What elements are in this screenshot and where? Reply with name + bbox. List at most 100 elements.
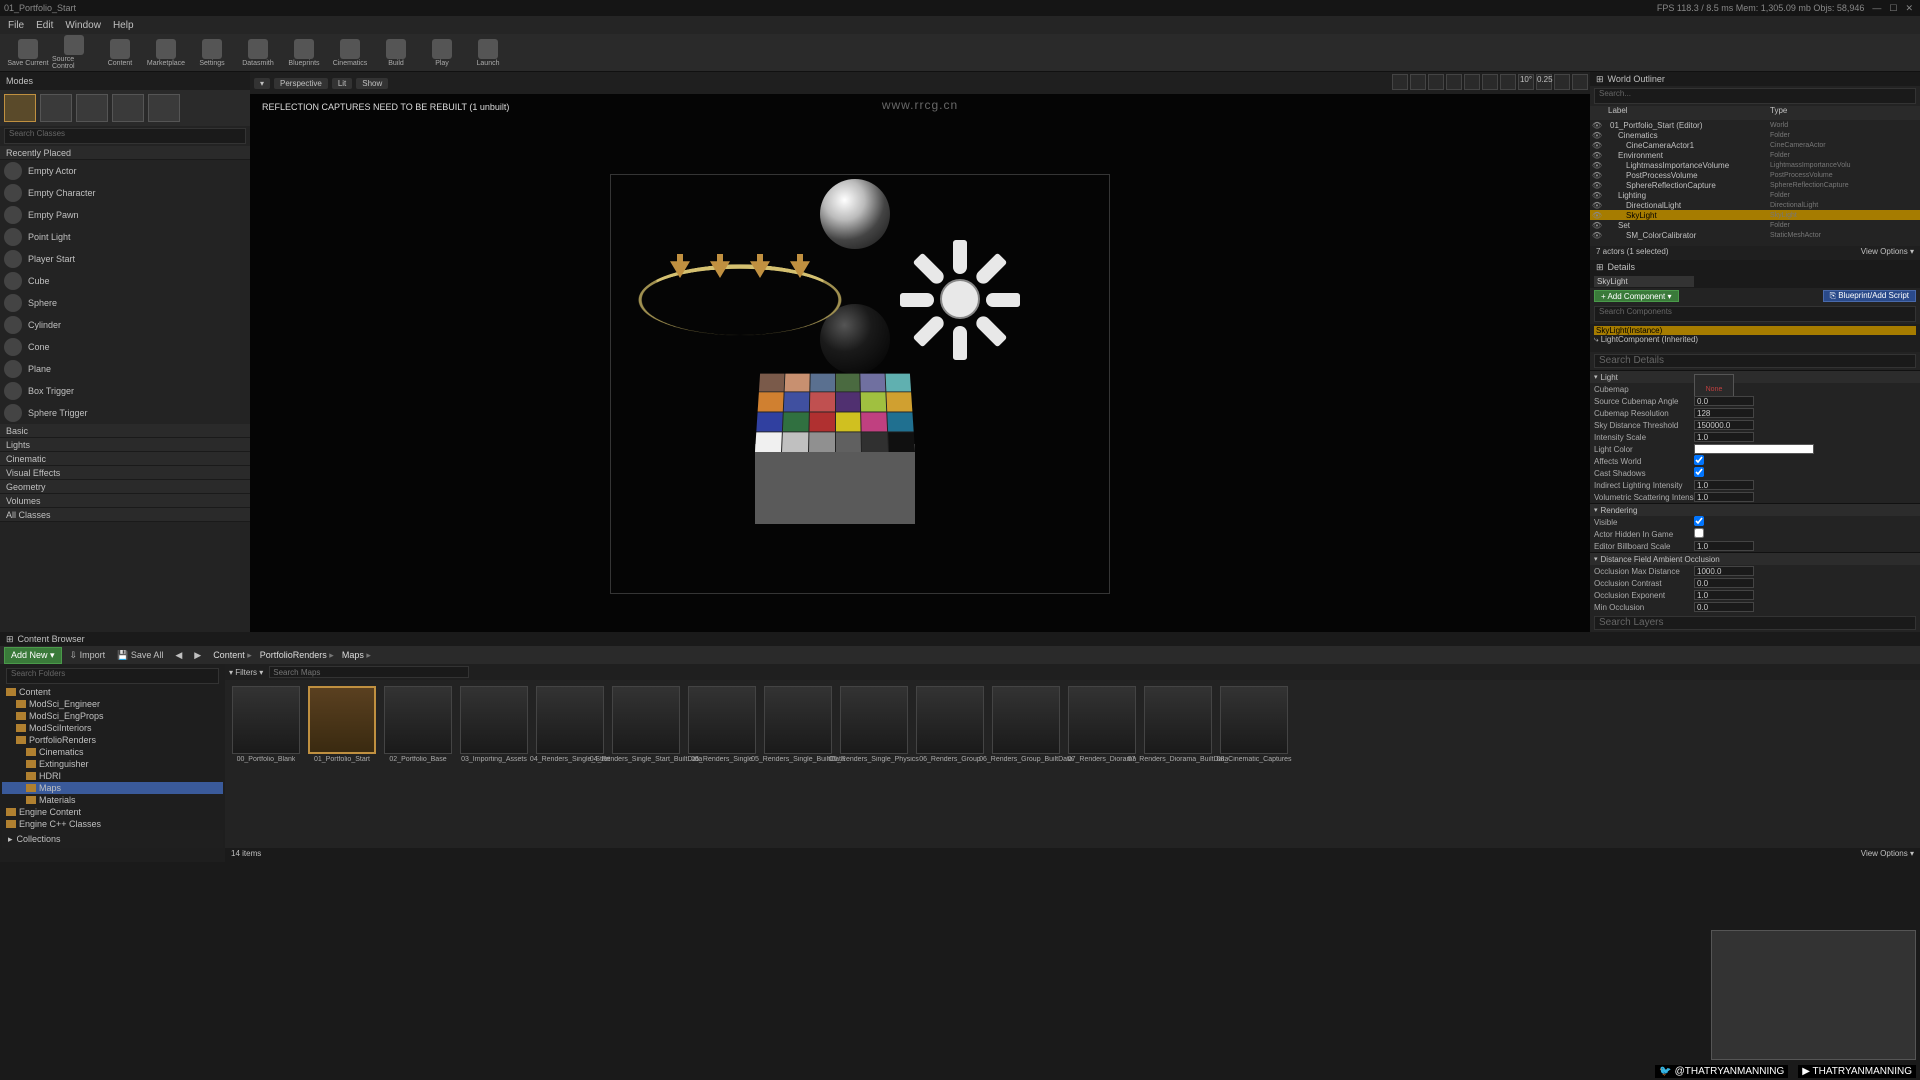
blueprint-add-script-button[interactable]: ⎘ Blueprint/Add Script xyxy=(1823,290,1916,302)
nav-fwd-button[interactable]: ▶ xyxy=(190,648,205,663)
toolbar-build[interactable]: Build xyxy=(374,35,418,71)
outliner-col-label[interactable]: Label xyxy=(1590,106,1770,120)
tree-folder[interactable]: Engine C++ Classes xyxy=(2,818,223,830)
value-input[interactable] xyxy=(1694,541,1754,551)
toolbar-blueprints[interactable]: Blueprints xyxy=(282,35,326,71)
outliner-row[interactable]: 👁CineCameraActor1CineCameraActor xyxy=(1590,140,1920,150)
outliner-search-input[interactable]: Search... xyxy=(1594,88,1916,104)
category-geometry[interactable]: Geometry xyxy=(0,480,250,494)
value-input[interactable] xyxy=(1694,432,1754,442)
outliner-row[interactable]: 👁01_Portfolio_Start (Editor)World xyxy=(1590,120,1920,130)
checkbox[interactable] xyxy=(1694,467,1704,477)
place-item-empty-actor[interactable]: Empty Actor xyxy=(0,160,250,182)
outliner-row[interactable]: 👁CinematicsFolder xyxy=(1590,130,1920,140)
outliner-row[interactable]: 👁DirectionalLightDirectionalLight xyxy=(1590,200,1920,210)
asset-thumbnail[interactable]: 07_Renders_Diorama xyxy=(1067,686,1137,842)
toolbar-source-control[interactable]: Source Control xyxy=(52,35,96,71)
outliner-col-type[interactable]: Type xyxy=(1770,106,1787,120)
save-all-button[interactable]: 💾 Save All xyxy=(113,648,167,663)
tree-folder[interactable]: ModSci_EngProps xyxy=(2,710,223,722)
checkbox[interactable] xyxy=(1694,528,1704,538)
section-distance-field-ambient-occlusion[interactable]: Distance Field Ambient Occlusion xyxy=(1590,553,1920,565)
value-input[interactable] xyxy=(1694,492,1754,502)
menu-window[interactable]: Window xyxy=(65,20,101,31)
asset-thumbnail[interactable]: 04_Renders_Single_Start_BuiltData xyxy=(611,686,681,842)
menu-help[interactable]: Help xyxy=(113,20,134,31)
breadcrumb[interactable]: Maps xyxy=(338,650,375,661)
viewport-tool-button[interactable] xyxy=(1392,74,1408,90)
place-item-cube[interactable]: Cube xyxy=(0,270,250,292)
breadcrumb[interactable]: PortfolioRenders xyxy=(256,650,338,661)
component-item[interactable]: SkyLight(Instance) xyxy=(1594,326,1916,335)
viewport-tool-button[interactable]: 10° xyxy=(1518,74,1534,90)
outliner-row[interactable]: 👁SphereReflectionCaptureSphereReflection… xyxy=(1590,180,1920,190)
chrome-sphere-object[interactable] xyxy=(820,179,890,249)
minimize-icon[interactable]: — xyxy=(1869,3,1884,14)
landscape-mode-icon[interactable] xyxy=(76,94,108,122)
outliner-row[interactable]: 👁PostProcessVolumePostProcessVolume xyxy=(1590,170,1920,180)
details-header[interactable]: ⊞ Details xyxy=(1590,260,1920,274)
value-input[interactable] xyxy=(1694,590,1754,600)
toolbar-save-current[interactable]: Save Current xyxy=(6,35,50,71)
lit-dropdown[interactable]: Lit xyxy=(332,78,352,89)
outliner-header[interactable]: ⊞ World Outliner xyxy=(1590,72,1920,86)
actor-name-input[interactable] xyxy=(1594,276,1694,287)
place-item-plane[interactable]: Plane xyxy=(0,358,250,380)
section-rendering[interactable]: Rendering xyxy=(1590,504,1920,516)
outliner-row[interactable]: 👁EnvironmentFolder xyxy=(1590,150,1920,160)
place-item-sphere[interactable]: Sphere xyxy=(0,292,250,314)
asset-thumbnail[interactable]: 08_Cinematic_Captures xyxy=(1219,686,1289,842)
close-icon[interactable]: ✕ xyxy=(1902,3,1916,14)
content-browser-header[interactable]: ⊞ Content Browser xyxy=(0,632,1920,646)
viewport-tool-button[interactable] xyxy=(1572,74,1588,90)
value-input[interactable] xyxy=(1694,480,1754,490)
category-volumes[interactable]: Volumes xyxy=(0,494,250,508)
asset-thumbnail[interactable]: 05_Renders_Single xyxy=(687,686,757,842)
place-item-empty-character[interactable]: Empty Character xyxy=(0,182,250,204)
tree-folder[interactable]: Maps xyxy=(2,782,223,794)
viewport-tool-button[interactable] xyxy=(1410,74,1426,90)
tree-folder[interactable]: HDRI xyxy=(2,770,223,782)
skylight-gizmo[interactable] xyxy=(905,244,1015,354)
asset-thumbnail[interactable]: 01_Portfolio_Start xyxy=(307,686,377,842)
tree-folder[interactable]: Cinematics xyxy=(2,746,223,758)
tree-folder[interactable]: Engine Content xyxy=(2,806,223,818)
asset-thumbnail[interactable]: 06_Renders_Group xyxy=(915,686,985,842)
details-search-input[interactable]: Search Details xyxy=(1594,354,1916,368)
outliner-row[interactable]: 👁SM_ColorCalibratorStaticMeshActor xyxy=(1590,230,1920,240)
checkbox[interactable] xyxy=(1694,516,1704,526)
value-input[interactable] xyxy=(1694,578,1754,588)
place-item-point-light[interactable]: Point Light xyxy=(0,226,250,248)
paint-mode-icon[interactable] xyxy=(40,94,72,122)
viewport-tool-button[interactable] xyxy=(1464,74,1480,90)
value-input[interactable] xyxy=(1694,566,1754,576)
filters-dropdown[interactable]: ▾ Filters ▾ xyxy=(229,668,263,677)
outliner-view-options[interactable]: View Options ▾ xyxy=(1861,247,1914,259)
asset-thumbnail[interactable]: 04_Renders_Single_Start xyxy=(535,686,605,842)
value-input[interactable] xyxy=(1694,602,1754,612)
place-item-box-trigger[interactable]: Box Trigger xyxy=(0,380,250,402)
category-lights[interactable]: Lights xyxy=(0,438,250,452)
asset-thumbnail[interactable]: 02_Portfolio_Base xyxy=(383,686,453,842)
add-new-button[interactable]: Add New ▾ xyxy=(4,647,62,664)
tree-folder[interactable]: Materials xyxy=(2,794,223,806)
import-button[interactable]: ⇩ Import xyxy=(66,648,110,663)
category-visual-effects[interactable]: Visual Effects xyxy=(0,466,250,480)
toolbar-launch[interactable]: Launch xyxy=(466,35,510,71)
toolbar-datasmith[interactable]: Datasmith xyxy=(236,35,280,71)
place-search-input[interactable]: Search Classes xyxy=(4,128,246,144)
asset-thumbnail[interactable]: 06_Renders_Group_BuiltData xyxy=(991,686,1061,842)
viewport-tool-button[interactable]: 0.25 xyxy=(1536,74,1552,90)
category-basic[interactable]: Basic xyxy=(0,424,250,438)
place-item-player-start[interactable]: Player Start xyxy=(0,248,250,270)
viewport-tool-button[interactable] xyxy=(1482,74,1498,90)
tree-folder[interactable]: ModSci_Engineer xyxy=(2,698,223,710)
category-all-classes[interactable]: All Classes xyxy=(0,508,250,522)
outliner-row[interactable]: 👁SetFolder xyxy=(1590,220,1920,230)
assets-search-input[interactable] xyxy=(269,666,469,678)
breadcrumb[interactable]: Content xyxy=(209,650,256,661)
value-input[interactable] xyxy=(1694,420,1754,430)
tree-folder[interactable]: Extinguisher xyxy=(2,758,223,770)
component-item[interactable]: ⤷ LightComponent (Inherited) xyxy=(1594,335,1916,345)
checkbox[interactable] xyxy=(1694,455,1704,465)
